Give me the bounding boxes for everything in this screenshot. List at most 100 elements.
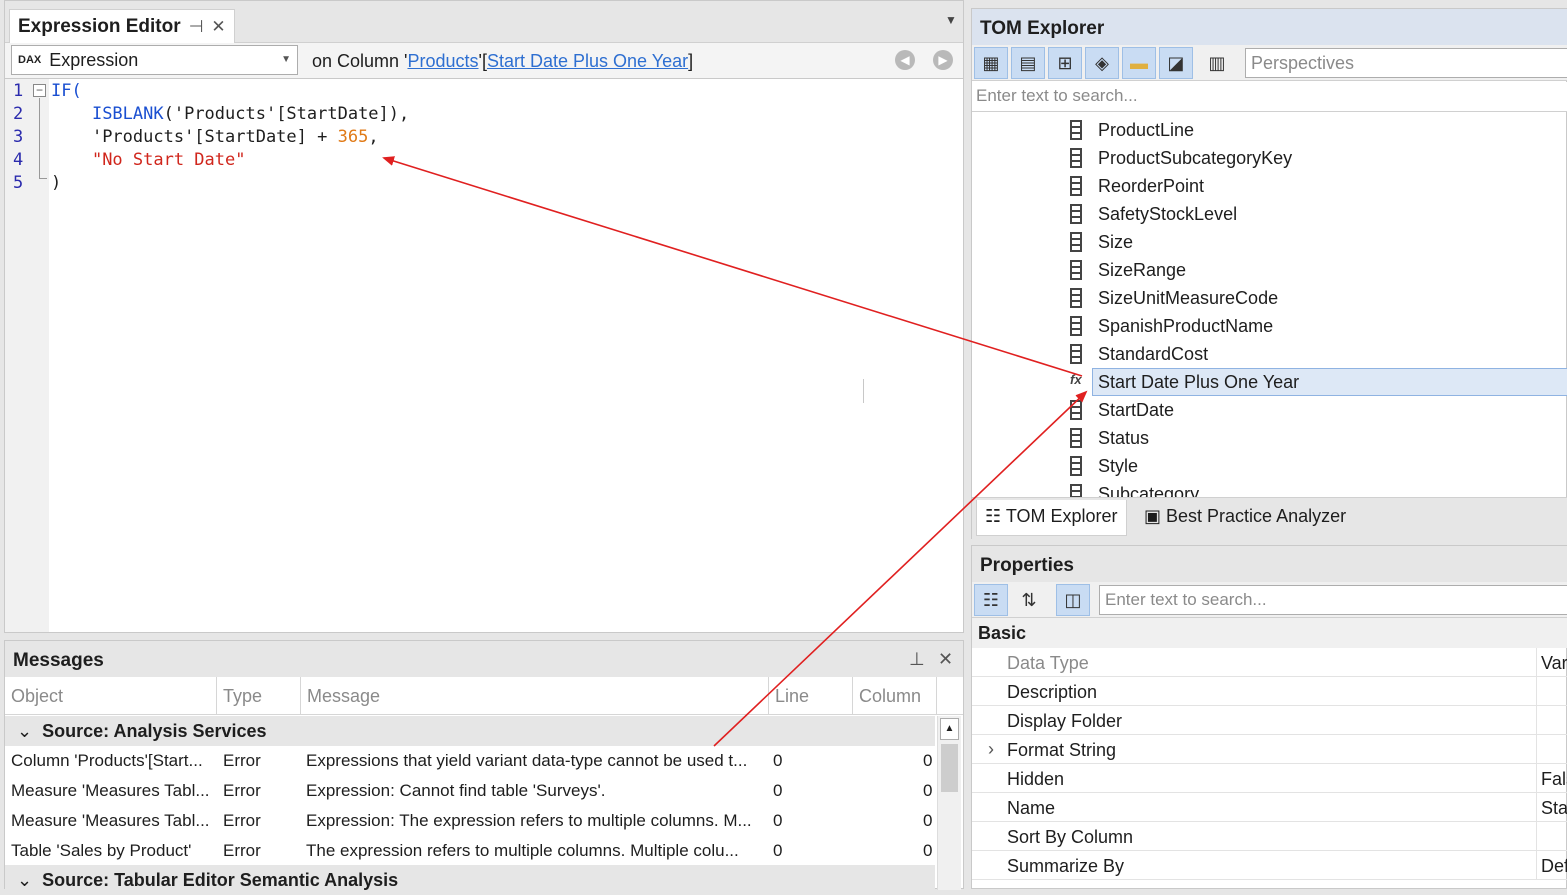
cell-column: 0	[923, 751, 933, 770]
scroll-up-icon[interactable]: ▲	[940, 718, 959, 740]
code-line-2: ISBLANK('Products'[StartDate]),	[51, 104, 409, 124]
tree-item-column[interactable]: Style	[1070, 452, 1139, 480]
tab-tom-explorer[interactable]: ☷ TOM Explorer	[976, 500, 1127, 536]
tree-item-label: ReorderPoint	[1098, 175, 1205, 196]
tree-item-label: ProductLine	[1098, 119, 1195, 140]
cell-line: 0	[773, 781, 783, 800]
text-cursor-icon	[863, 379, 864, 403]
tree-item-column[interactable]: ProductLine	[1070, 116, 1195, 144]
property-value[interactable]	[1536, 822, 1541, 850]
messages-scrollbar[interactable]: ▲	[937, 716, 961, 890]
tree-item-column[interactable]: Size	[1070, 228, 1133, 256]
code-token: 'Products'[StartDate] +	[91, 127, 338, 147]
property-value[interactable]: Var	[1536, 648, 1567, 676]
close-icon[interactable]: ✕	[938, 649, 953, 670]
context-table-link[interactable]: Products	[407, 51, 478, 71]
expression-property-select[interactable]: DAX Expression ▼	[11, 45, 298, 75]
group-row-analysis-services[interactable]: ⌄ Source: Analysis Services	[5, 716, 935, 746]
column-header-column[interactable]: Column	[853, 677, 937, 715]
tree-item-label: SizeRange	[1098, 259, 1187, 280]
table-row[interactable]: Measure 'Measures Tabl... Error Expressi…	[5, 776, 935, 806]
code-line-1: IF(	[51, 81, 82, 101]
chevron-down-icon: ⌄	[17, 721, 33, 741]
tab-best-practice-analyzer[interactable]: ▣ Best Practice Analyzer	[1136, 500, 1354, 536]
property-row[interactable]: Display Folder	[972, 706, 1567, 735]
scroll-thumb[interactable]	[941, 744, 958, 792]
tree-item-column[interactable]: StandardCost	[1070, 340, 1208, 368]
tree-item-column[interactable]: Subcategory	[1070, 480, 1199, 497]
property-row[interactable]: Description	[972, 677, 1567, 706]
close-icon[interactable]: ✕	[211, 17, 225, 37]
table-row[interactable]: Column 'Products'[Start... Error Express…	[5, 746, 935, 776]
tree-item-label: ProductSubcategoryKey	[1098, 147, 1293, 168]
tab-label: TOM Explorer	[1005, 506, 1118, 526]
tree-item-column[interactable]: Status	[1070, 424, 1149, 452]
property-pages-icon[interactable]: ◫	[1056, 584, 1090, 616]
code-editor[interactable]: 1 2 3 4 5 − IF( ISBLANK('Products'[Start…	[5, 79, 963, 632]
tree-item-calculated-column-selected[interactable]: fx Start Date Plus One Year	[1070, 368, 1567, 396]
property-row[interactable]: Name Star	[972, 793, 1567, 822]
tab-list-dropdown-icon[interactable]: ▼	[945, 13, 957, 27]
pin-icon[interactable]: ⊥	[909, 649, 925, 670]
property-row[interactable]: Data Type Var	[972, 648, 1567, 677]
chevron-right-icon[interactable]: ›	[988, 739, 994, 760]
property-value[interactable]: Def	[1536, 851, 1567, 879]
tree-item-column[interactable]: StartDate	[1070, 396, 1175, 424]
sort-alphabetical-icon[interactable]: ⇅	[1012, 584, 1046, 616]
tree-item-label: Style	[1098, 455, 1139, 476]
tree-item-label: StartDate	[1098, 399, 1175, 420]
property-row[interactable]: Hidden Fals	[972, 764, 1567, 793]
column-view-icon[interactable]: ▥	[1200, 47, 1234, 79]
context-column-link[interactable]: Start Date Plus One Year	[487, 51, 688, 71]
expression-editor-tab[interactable]: Expression Editor ⊣ ✕	[9, 9, 235, 43]
column-header-type[interactable]: Type	[217, 677, 301, 715]
tree-item-column[interactable]: SpanishProductName	[1070, 312, 1273, 340]
group-row-semantic-analysis[interactable]: ⌄ Source: Tabular Editor Semantic Analysi…	[5, 865, 935, 895]
context-mid: '[	[478, 51, 487, 71]
context-suffix: ]	[688, 51, 694, 71]
property-row[interactable]: Summarize By Def	[972, 851, 1567, 880]
column-header-message[interactable]: Message	[301, 677, 769, 715]
show-hidden-icon[interactable]: ◪	[1159, 47, 1193, 79]
show-all-objects-icon[interactable]: ◈	[1085, 47, 1119, 79]
categorized-view-icon[interactable]: ☷	[974, 584, 1008, 616]
messages-header: Messages ⊥ ✕	[5, 641, 963, 677]
code-line-3: 'Products'[StartDate] + 365,	[51, 127, 379, 147]
show-measures-icon[interactable]: ▦	[974, 47, 1008, 79]
show-hierarchies-icon[interactable]: ⊞	[1048, 47, 1082, 79]
perspectives-select[interactable]: Perspectives	[1245, 48, 1567, 78]
property-row[interactable]: › Format String	[972, 735, 1567, 764]
property-value[interactable]: Fals	[1536, 764, 1567, 792]
column-header-object[interactable]: Object	[5, 677, 217, 715]
tree-item-column[interactable]: SizeRange	[1070, 256, 1187, 284]
table-row[interactable]: Table 'Sales by Product' Error The expre…	[5, 836, 935, 866]
cell-object: Column 'Products'[Start...	[11, 751, 203, 770]
display-folders-icon[interactable]: ▬	[1122, 47, 1156, 79]
cell-object: Measure 'Measures Tabl...	[11, 781, 210, 800]
property-value[interactable]: Star	[1536, 793, 1567, 821]
line-number: 3	[13, 127, 24, 147]
fold-collapse-icon[interactable]: −	[33, 84, 46, 97]
column-icon	[1070, 344, 1082, 364]
properties-search-input[interactable]: Enter text to search...	[1099, 585, 1567, 615]
property-value[interactable]	[1536, 677, 1541, 705]
property-value[interactable]	[1536, 706, 1541, 734]
property-value[interactable]	[1536, 735, 1541, 763]
tree-item-column[interactable]: SizeUnitMeasureCode	[1070, 284, 1278, 312]
column-header-line[interactable]: Line	[769, 677, 853, 715]
property-category-basic[interactable]: Basic	[972, 618, 1567, 648]
back-icon[interactable]: ◀	[895, 50, 915, 70]
tree-item-column[interactable]: ReorderPoint	[1070, 172, 1205, 200]
property-row[interactable]: Sort By Column	[972, 822, 1567, 851]
forward-icon[interactable]: ▶	[933, 50, 953, 70]
tree-item-column[interactable]: SafetyStockLevel	[1070, 200, 1237, 228]
properties-title: Properties	[980, 555, 1074, 576]
table-row[interactable]: Measure 'Measures Tabl... Error Expressi…	[5, 806, 935, 836]
show-columns-icon[interactable]: ▤	[1011, 47, 1045, 79]
code-token: ,	[368, 127, 379, 147]
tom-search-input[interactable]: Enter text to search...	[972, 82, 1567, 112]
tom-explorer-title: TOM Explorer	[980, 18, 1105, 39]
pin-icon[interactable]: ⊣	[189, 17, 204, 37]
tree-item-column[interactable]: ProductSubcategoryKey	[1070, 144, 1293, 172]
tab-label: Best Practice Analyzer	[1166, 506, 1347, 526]
